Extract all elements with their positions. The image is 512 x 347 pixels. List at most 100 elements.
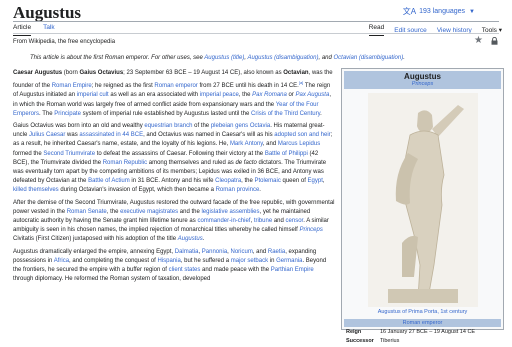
link[interactable]: Princeps	[299, 227, 322, 233]
link[interactable]: Noricum	[231, 249, 253, 255]
infobox-header: Augustus Princeps	[344, 71, 501, 89]
namespace-tabs: Article Talk	[13, 24, 55, 36]
link[interactable]: Africa	[54, 258, 69, 264]
site-tagline: From Wikipedia, the free encyclopedia	[13, 39, 116, 45]
link[interactable]: Battle of Philippi	[265, 151, 308, 157]
infobox-row-successor: Successor Tiberius	[346, 338, 499, 344]
infobox-section-band[interactable]: Roman emperor	[344, 319, 501, 327]
link[interactable]: Pax Augusta	[296, 92, 330, 98]
text: Gaius Octavius was born into an old and …	[13, 123, 145, 130]
tab-read[interactable]: Read	[368, 24, 385, 36]
link[interactable]: Battle of Actium	[88, 178, 130, 184]
link[interactable]: censor	[286, 218, 304, 224]
tab-talk[interactable]: Talk	[43, 24, 55, 36]
text: Civitatis (First Citizen) juxtaposed wit…	[13, 236, 178, 243]
star-icon[interactable]: ★	[474, 35, 483, 46]
link[interactable]: Roman province	[216, 187, 260, 193]
text: , but he suffered a	[180, 257, 231, 264]
row-label: Successor	[346, 338, 374, 344]
link[interactable]: Pannonia	[202, 249, 227, 255]
caption-link[interactable]: Augustus of Prima Porta, 1st century	[378, 309, 468, 315]
link[interactable]: Cleopatra	[215, 178, 241, 184]
hatnote-link[interactable]: Augustus (disambiguation)	[247, 55, 318, 61]
title-divider	[13, 21, 499, 22]
infobox-title: Augustus	[404, 72, 441, 81]
infobox-rows: Reign 16 January 27 BCE – 19 August 14 C…	[346, 329, 499, 347]
text: and made peace with the	[200, 267, 271, 274]
text: , and completing the conquest of	[69, 257, 158, 264]
link[interactable]: Roman Empire	[52, 83, 92, 89]
text: and the	[178, 208, 202, 215]
text: ,	[322, 178, 325, 185]
link[interactable]: killed themselves	[13, 187, 59, 193]
link[interactable]: Principate	[54, 111, 81, 117]
text: , the	[238, 92, 253, 99]
alias-name: Octavian	[283, 70, 309, 76]
text: .	[320, 110, 322, 117]
text: .	[259, 187, 261, 194]
hatnote-text: This article is about the first Roman em…	[30, 55, 205, 61]
link[interactable]: equestrian branch	[144, 123, 192, 129]
link[interactable]: Mark Antony	[230, 141, 263, 147]
link[interactable]: legislative assemblies	[201, 209, 259, 215]
link[interactable]: Parthian Empire	[271, 267, 314, 273]
link[interactable]: Dalmatia	[175, 249, 199, 255]
text: , and	[252, 248, 268, 255]
hatnote-link[interactable]: Augustus (title)	[204, 55, 244, 61]
link[interactable]: tribune	[254, 218, 272, 224]
paragraph: Gaius Octavius was born into an old and …	[13, 122, 335, 196]
page-title: Augustus	[13, 3, 82, 22]
link[interactable]: Augustus	[178, 236, 203, 242]
text: system of imperial rule established by A…	[80, 110, 252, 117]
text: ; he reigned as the first	[91, 83, 155, 90]
text: was	[65, 132, 80, 139]
text: in 31 BCE. Antony and his wife	[129, 178, 216, 185]
link[interactable]: Pax Romana	[252, 92, 287, 98]
link[interactable]: Raetia	[268, 249, 285, 255]
link[interactable]: Roman Republic	[103, 160, 147, 166]
row-label: Reign	[346, 329, 362, 335]
article-body: Caesar Augustus (born Gaius Octavius; 23…	[13, 69, 335, 287]
hatnote-text: .	[403, 55, 405, 61]
infobox-caption: Augustus of Prima Porta, 1st century	[342, 309, 503, 315]
subject-name: Caesar Augustus	[13, 70, 63, 76]
text: Augustus dramatically enlarged the empir…	[13, 248, 175, 255]
link[interactable]: client states	[169, 267, 201, 273]
link[interactable]: Ptolemaic	[255, 178, 281, 184]
text: and	[272, 218, 286, 225]
link[interactable]: Roman Senate	[67, 209, 107, 215]
infobox-subtitle[interactable]: Princeps	[344, 81, 501, 87]
link[interactable]: Crisis of the Third Century	[251, 111, 320, 117]
paragraph: Augustus dramatically enlarged the empir…	[13, 248, 335, 285]
link[interactable]: plebeian gens Octavia	[211, 123, 270, 129]
chevron-down-icon: ▼	[469, 8, 475, 15]
link[interactable]: Second Triumvirate	[43, 151, 95, 157]
hatnote-link[interactable]: Octavian (disambiguation)	[334, 55, 404, 61]
link[interactable]: Roman emperor	[154, 83, 197, 89]
link[interactable]: Hispania	[157, 258, 180, 264]
link[interactable]: Germania	[276, 258, 302, 264]
text: queen of	[280, 178, 308, 185]
hatnote-text: , and	[318, 55, 334, 61]
link[interactable]: Julius Caesar	[29, 132, 65, 138]
row-value-link[interactable]: Tiberius	[380, 338, 499, 344]
languages-button[interactable]: 文A 193 languages ▼	[403, 6, 475, 17]
tab-article[interactable]: Article	[13, 24, 32, 36]
link[interactable]: major setback	[231, 258, 268, 264]
link[interactable]: executive magistrates	[120, 209, 178, 215]
link[interactable]: imperial peace	[200, 92, 239, 98]
link[interactable]: adopted son and heir	[274, 132, 330, 138]
text: through diplomacy. He reformed the Roman…	[13, 276, 211, 283]
link[interactable]: imperial cult	[77, 92, 109, 98]
tabs-divider	[13, 33, 499, 34]
lock-icon[interactable]	[491, 37, 498, 45]
link[interactable]: assassinated in 44 BCE	[79, 132, 143, 138]
link[interactable]: commander-in-chief	[197, 218, 250, 224]
text: among themselves and ruled as	[147, 159, 236, 166]
text: to defeat the assassins of Caesar. Follo…	[95, 150, 265, 157]
link[interactable]: Egypt	[308, 178, 323, 184]
text: formed the	[13, 150, 44, 157]
text: , and Octavius was named in Caesar's wil…	[143, 132, 275, 139]
link[interactable]: Marcus Lepidus	[278, 141, 320, 147]
statue-image[interactable]	[368, 93, 478, 307]
